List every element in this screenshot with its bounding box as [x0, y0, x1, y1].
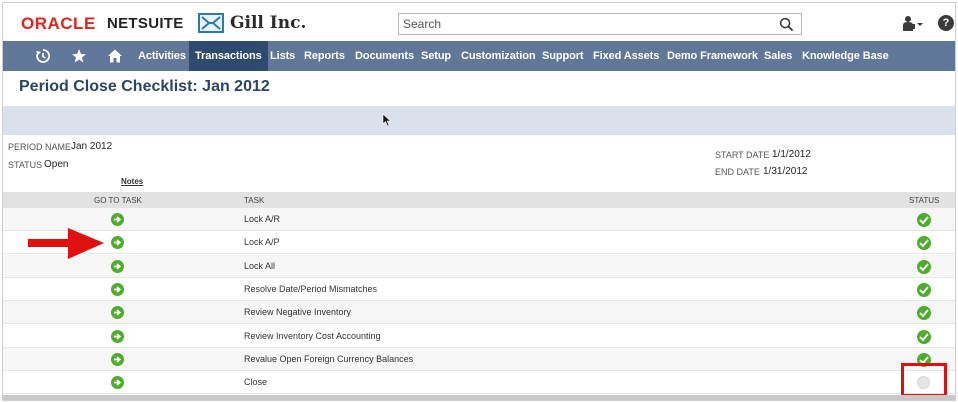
favorites-star-icon[interactable]: [71, 48, 87, 64]
nav-sales[interactable]: Sales: [764, 50, 792, 62]
main-nav: Activities Transactions Lists Reports Do…: [3, 41, 955, 71]
annotation-arrow-icon: [28, 228, 104, 259]
table-row: Revalue Open Foreign Currency Balances: [3, 347, 955, 371]
task-label: Lock All: [244, 260, 276, 271]
table-row: Close: [3, 371, 955, 395]
help-icon[interactable]: ?: [938, 15, 954, 31]
netsuite-logo[interactable]: NETSUITE: [107, 15, 184, 32]
table-row: Resolve Date/Period Mismatches: [3, 278, 955, 301]
go-to-task-icon[interactable]: [111, 236, 124, 250]
status-complete-check-icon: [917, 213, 931, 227]
task-label: Lock A/R: [244, 214, 281, 224]
nav-fixed-assets[interactable]: Fixed Assets: [593, 50, 659, 62]
nav-setup[interactable]: Setup: [421, 50, 451, 62]
task-label: Review Inventory Cost Accounting: [244, 330, 381, 341]
period-name-value: Jan 2012: [71, 141, 113, 152]
task-label: Lock A/P: [244, 237, 280, 248]
global-search[interactable]: [398, 13, 802, 35]
column-header-goto[interactable]: GO TO TASK: [94, 196, 142, 205]
section-band: [3, 106, 955, 135]
status-complete-check-icon: [917, 236, 931, 251]
page-title: Period Close Checklist: Jan 2012: [19, 78, 270, 95]
task-label: Revalue Open Foreign Currency Balances: [244, 353, 414, 364]
table-row: Review Negative Inventory: [3, 301, 955, 325]
nav-demo-framework[interactable]: Demo Framework: [667, 50, 758, 62]
table-row: Lock All: [3, 254, 955, 278]
annotation-highlight-box: [901, 363, 947, 397]
task-label: Close: [244, 377, 268, 388]
end-date-label: END DATE: [715, 167, 760, 177]
nav-customization[interactable]: Customization: [461, 50, 536, 62]
column-header-task[interactable]: TASK: [244, 196, 264, 205]
checklist-table-header: GO TO TASK TASK STATUS: [3, 192, 955, 208]
status-complete-check-icon: [917, 259, 931, 274]
go-to-task-icon[interactable]: [111, 352, 124, 366]
nav-documents[interactable]: Documents: [355, 50, 414, 62]
nav-lists[interactable]: Lists: [270, 50, 295, 62]
status-complete-check-icon: [917, 306, 931, 321]
nav-knowledge-base[interactable]: Knowledge Base: [802, 50, 889, 62]
table-row: Lock A/P: [3, 231, 955, 255]
user-menu-icon[interactable]: [900, 15, 924, 33]
start-date-value: 1/1/2012: [772, 149, 811, 160]
app-window: ORACLE NETSUITE Gill Inc. ?: [2, 2, 956, 401]
mouse-cursor-icon: [382, 113, 392, 127]
top-header: ORACLE NETSUITE Gill Inc. ?: [3, 3, 955, 41]
status-label: STATUS: [8, 160, 43, 170]
go-to-task-icon[interactable]: [111, 213, 124, 226]
start-date-label: START DATE: [715, 150, 770, 160]
task-label: Resolve Date/Period Mismatches: [244, 283, 378, 294]
go-to-task-icon[interactable]: [111, 259, 124, 273]
company-name: Gill Inc.: [230, 13, 307, 33]
column-header-status[interactable]: STATUS: [909, 196, 939, 205]
go-to-task-icon[interactable]: [111, 306, 124, 320]
company-logo-icon: [198, 13, 224, 33]
period-name-label: PERIOD NAME: [8, 142, 72, 152]
status-complete-check-icon: [917, 329, 931, 344]
task-label: Review Negative Inventory: [244, 307, 352, 318]
footer-bar: [3, 395, 955, 400]
notes-link[interactable]: Notes: [121, 177, 143, 186]
search-input[interactable]: [403, 16, 763, 32]
table-row: Review Inventory Cost Accounting: [3, 325, 955, 348]
go-to-task-icon[interactable]: [111, 376, 124, 390]
search-icon[interactable]: [779, 17, 794, 32]
go-to-task-icon[interactable]: [111, 282, 124, 296]
nav-support[interactable]: Support: [542, 50, 584, 62]
status-value: Open: [44, 159, 69, 170]
end-date-value: 1/31/2012: [763, 166, 808, 177]
go-to-task-icon[interactable]: [111, 329, 124, 343]
recent-history-icon[interactable]: [35, 48, 51, 64]
table-row: Lock A/R: [3, 208, 955, 231]
nav-activities[interactable]: Activities: [138, 50, 186, 62]
nav-reports[interactable]: Reports: [304, 50, 345, 62]
nav-transactions[interactable]: Transactions: [189, 41, 268, 71]
status-complete-check-icon: [917, 282, 931, 297]
oracle-logo[interactable]: ORACLE: [21, 14, 96, 34]
home-icon[interactable]: [107, 48, 123, 64]
